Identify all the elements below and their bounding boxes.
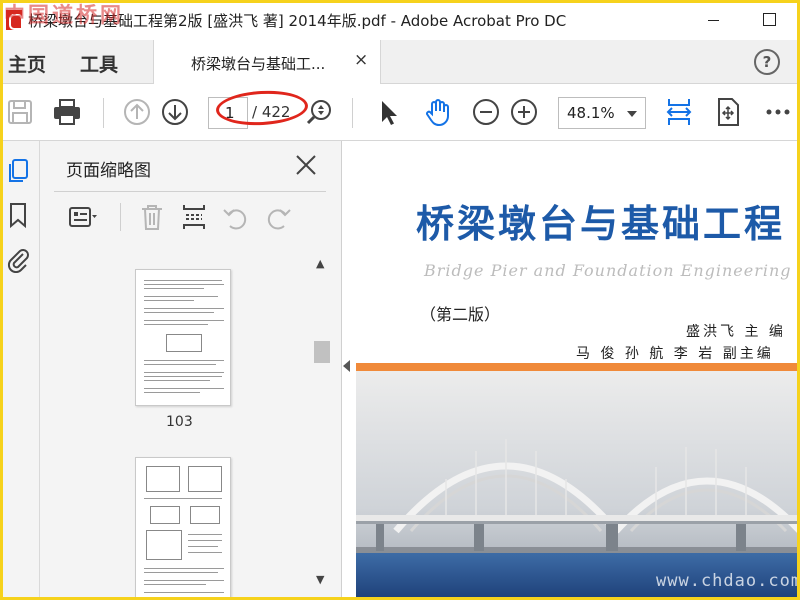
- chevron-down-icon: [627, 111, 637, 117]
- document-view[interactable]: 桥梁墩台与基础工程 Bridge Pier and Foundation Eng…: [356, 141, 800, 600]
- thumbnail-text-line: [144, 592, 224, 593]
- thumbnail-text-line: [188, 552, 222, 553]
- thumbnail-text-line: [144, 498, 222, 499]
- menu-home[interactable]: 主页: [8, 50, 46, 77]
- rotate-right-icon[interactable]: [262, 201, 294, 233]
- close-icon[interactable]: [292, 151, 320, 179]
- panel-title: 页面缩略图: [66, 161, 151, 181]
- thumbnail-text-line: [144, 364, 216, 365]
- title-bar: 桥梁墩台与基础工程第2版 [盛洪飞 著] 2014年版.pdf - Adobe …: [0, 0, 800, 40]
- thumbnail-text-line: [144, 280, 222, 281]
- thumbnail-figure: [150, 506, 180, 524]
- document-tab-label: 桥梁墩台与基础工...: [191, 55, 326, 73]
- thumbnail-text-line: [144, 568, 224, 569]
- thumbnail-text-line: [144, 284, 224, 285]
- toolbar-divider: [352, 98, 353, 128]
- attachment-icon[interactable]: [4, 245, 32, 274]
- select-arrow-icon[interactable]: [372, 96, 404, 128]
- delete-page-icon[interactable]: [136, 201, 168, 233]
- thumbnail-text-line: [144, 320, 224, 321]
- thumbnail-text-line: [144, 584, 206, 585]
- more-icon[interactable]: [762, 96, 794, 128]
- thumbnail-text-line: [144, 380, 210, 381]
- thumbnail-text-line: [144, 360, 224, 361]
- book-editor: 盛洪飞 主 编: [686, 324, 786, 340]
- page-thumbnails-icon[interactable]: [4, 157, 32, 185]
- menu-tools[interactable]: 工具: [80, 50, 118, 77]
- zoom-marquee-icon[interactable]: [304, 96, 336, 128]
- extract-pages-icon[interactable]: [178, 201, 210, 233]
- thumbnails-panel: 页面缩略图 103 ▲ ▼: [40, 141, 342, 600]
- thumbnail-text-line: [144, 308, 224, 309]
- zoom-value: 48.1%: [567, 104, 615, 122]
- page-thumbnail[interactable]: [135, 457, 231, 600]
- thumbnail-scrollbar[interactable]: ▲ ▼: [312, 253, 330, 600]
- toolbar-divider: [120, 203, 121, 231]
- bridge-photo: [356, 371, 800, 600]
- print-icon[interactable]: [51, 96, 83, 128]
- thumbnail-text-line: [188, 534, 222, 535]
- thumbnail-text-line: [144, 376, 222, 377]
- page-thumbnail[interactable]: [135, 269, 231, 406]
- toolbar-divider: [103, 98, 104, 128]
- help-icon[interactable]: ?: [754, 49, 780, 75]
- thumbnail-text-line: [144, 572, 218, 573]
- site-watermark-url: www.chdao.com: [656, 571, 800, 591]
- close-tab-icon[interactable]: ×: [354, 50, 368, 70]
- thumbnail-text-line: [144, 388, 224, 389]
- scroll-down-icon[interactable]: ▼: [316, 573, 324, 586]
- thumbnail-text-line: [144, 300, 194, 301]
- thumbnail-text-line: [144, 296, 218, 297]
- collapse-panel-icon[interactable]: [343, 360, 350, 372]
- scroll-up-icon[interactable]: ▲: [316, 257, 324, 270]
- thumbnail-figure: [190, 506, 220, 524]
- thumbnail-options-icon[interactable]: [66, 201, 98, 233]
- thumbnail-figure: [146, 466, 180, 492]
- thumbnail-text-line: [144, 288, 204, 289]
- navigation-rail: [0, 141, 40, 600]
- next-page-icon[interactable]: [159, 96, 191, 128]
- thumbnail-figure: [166, 334, 202, 352]
- prev-page-icon[interactable]: [121, 96, 153, 128]
- panel-divider: [54, 191, 326, 192]
- bookmark-icon[interactable]: [4, 201, 32, 229]
- rotate-left-icon[interactable]: [220, 201, 252, 233]
- thumbnail-text-line: [188, 546, 218, 547]
- zoom-out-icon[interactable]: [470, 96, 502, 128]
- minimize-button[interactable]: [690, 0, 736, 40]
- thumbnail-figure: [188, 466, 222, 492]
- scroll-mode-icon[interactable]: [712, 96, 744, 128]
- maximize-button[interactable]: [746, 0, 792, 40]
- zoom-in-icon[interactable]: [508, 96, 540, 128]
- thumbnail-text-line: [144, 392, 200, 393]
- thumbnail-text-line: [144, 324, 208, 325]
- thumbnail-text-line: [144, 580, 224, 581]
- zoom-level-dropdown[interactable]: 48.1%: [558, 97, 646, 129]
- fit-width-icon[interactable]: [663, 96, 695, 128]
- hand-tool-icon[interactable]: [422, 96, 454, 128]
- cover-band: [356, 363, 800, 371]
- thumbnail-text-line: [188, 540, 222, 541]
- thumbnail-text-line: [144, 372, 224, 373]
- main-toolbar: 1 / 422 48.1%: [0, 84, 800, 141]
- book-coeditors: 马 俊 孙 航 李 岩 副主编: [576, 346, 774, 362]
- document-tab[interactable]: 桥梁墩台与基础工... ×: [153, 40, 381, 84]
- book-subtitle: Bridge Pier and Foundation Engineering: [424, 261, 792, 280]
- thumbnail-page-label: 103: [166, 414, 193, 430]
- thumbnail-figure: [146, 530, 182, 560]
- book-title: 桥梁墩台与基础工程: [416, 201, 786, 246]
- site-watermark: 中国道桥网: [4, 2, 124, 27]
- save-icon[interactable]: [4, 96, 36, 128]
- menu-bar: 主页 工具 桥梁墩台与基础工... × ?: [0, 40, 800, 84]
- scrollbar-thumb[interactable]: [314, 341, 330, 363]
- book-edition: （第二版）: [420, 305, 501, 324]
- thumbnail-text-line: [144, 312, 214, 313]
